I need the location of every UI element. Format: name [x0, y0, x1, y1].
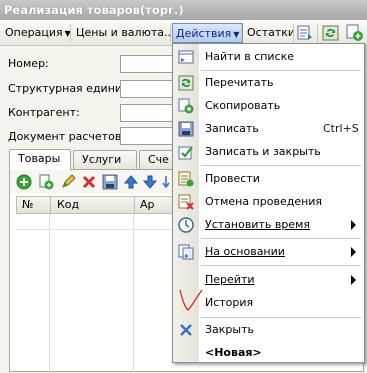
move-down-icon[interactable] — [142, 174, 158, 190]
menu-item-cancel-posting[interactable]: Отмена проведения — [173, 191, 364, 213]
copy-icon — [178, 98, 194, 114]
post-icon — [178, 171, 194, 187]
menu-item-save[interactable]: Записать Ctrl+S — [173, 118, 364, 140]
number-field[interactable] — [120, 55, 175, 73]
prices-currency-button[interactable]: Цены и валюта... — [73, 23, 177, 43]
menu-item-new[interactable]: <Новая> — [173, 342, 364, 364]
column-divider — [50, 197, 51, 213]
copy-row-icon[interactable] — [38, 174, 54, 190]
menu-item-copy[interactable]: Скопировать — [173, 95, 364, 117]
close-icon — [180, 324, 192, 336]
based-on-icon — [178, 244, 194, 260]
post-document-icon[interactable] — [296, 24, 314, 42]
tab-services[interactable]: Услуги — [73, 150, 137, 169]
menu-item-label: На основании — [205, 245, 285, 258]
end-edit-icon[interactable] — [102, 174, 118, 190]
find-in-list-icon — [178, 50, 194, 64]
menu-item-find-in-list[interactable]: Найти в списке — [173, 46, 364, 68]
counterparty-field[interactable] — [120, 104, 175, 122]
menu-item-label: Записать и закрыть — [205, 145, 321, 158]
toolbar-divider — [241, 24, 242, 42]
toolbar-divider — [293, 24, 294, 42]
number-label: Номер: — [8, 57, 49, 70]
menu-item-label: Провести — [205, 172, 260, 185]
menu-item-label: Закрыть — [205, 323, 254, 336]
grid-column-line — [49, 214, 50, 373]
settlement-document-field[interactable] — [120, 127, 175, 145]
menu-separator — [201, 317, 361, 318]
structural-unit-field[interactable] — [120, 80, 175, 98]
menu-item-label: История — [205, 296, 254, 309]
clock-icon — [178, 217, 194, 233]
menu-item-set-time[interactable]: Установить время — [173, 214, 364, 236]
column-divider — [134, 197, 135, 213]
menu-item-label: Отмена проведения — [205, 195, 323, 208]
column-article[interactable]: Ар — [140, 198, 155, 211]
menu-separator — [201, 70, 361, 71]
submenu-arrow-icon — [351, 247, 356, 257]
move-up-icon[interactable] — [123, 174, 139, 190]
edit-row-icon[interactable] — [60, 174, 76, 190]
menu-item-label: Перечитать — [205, 76, 274, 89]
menu-separator — [201, 238, 361, 239]
submenu-arrow-icon — [351, 275, 356, 285]
menu-item-label: <Новая> — [205, 346, 262, 359]
save-icon — [178, 121, 194, 137]
menu-item-label: Скопировать — [205, 99, 281, 112]
actions-label: Действия — [176, 27, 232, 40]
actions-menu-button[interactable]: Действия ▼ — [172, 23, 244, 43]
save-shortcut: Ctrl+S — [323, 122, 359, 135]
toolbar-divider — [170, 24, 171, 42]
settlement-document-label: Документ расчетов: — [8, 130, 126, 143]
menu-item-based-on[interactable]: На основании — [173, 241, 364, 263]
operation-menu-button[interactable]: Операция ▼ — [2, 23, 74, 43]
reread-icon[interactable] — [322, 24, 340, 42]
dropdown-arrow-icon: ▼ — [233, 30, 240, 39]
menu-item-label: Установить время — [205, 218, 310, 231]
tab-goods[interactable]: Товары — [9, 149, 71, 170]
menu-item-label: Записать — [205, 122, 259, 135]
menu-separator — [201, 265, 361, 266]
operation-label: Операция — [5, 26, 63, 39]
column-code[interactable]: Код — [57, 198, 79, 211]
red-annotation-stroke — [179, 289, 203, 311]
grid-column-line — [133, 214, 134, 373]
window-title: Реализация товаров(торг.) — [0, 0, 367, 20]
save-and-close-icon — [178, 146, 193, 160]
column-number[interactable]: № — [22, 198, 33, 211]
menu-item-reread[interactable]: Перечитать — [173, 72, 364, 94]
balances-button[interactable]: Остатки — [244, 23, 298, 43]
toolbar-divider — [317, 24, 318, 42]
menu-item-save-and-close[interactable]: Записать и закрыть — [173, 141, 364, 163]
reread-icon — [178, 75, 194, 91]
copy-icon[interactable] — [346, 24, 364, 42]
menu-item-close[interactable]: Закрыть — [173, 319, 364, 341]
cancel-posting-icon — [178, 194, 194, 210]
menu-item-label: Перейти — [205, 273, 255, 286]
menu-item-post[interactable]: Провести — [173, 168, 364, 190]
counterparty-label: Контрагент: — [8, 106, 80, 119]
toolbar-divider — [70, 24, 71, 42]
menu-item-label: Найти в списке — [205, 50, 295, 63]
add-row-icon[interactable] — [16, 174, 32, 190]
menu-separator — [201, 165, 361, 166]
submenu-arrow-icon — [351, 220, 356, 230]
delete-row-icon[interactable] — [81, 174, 97, 190]
